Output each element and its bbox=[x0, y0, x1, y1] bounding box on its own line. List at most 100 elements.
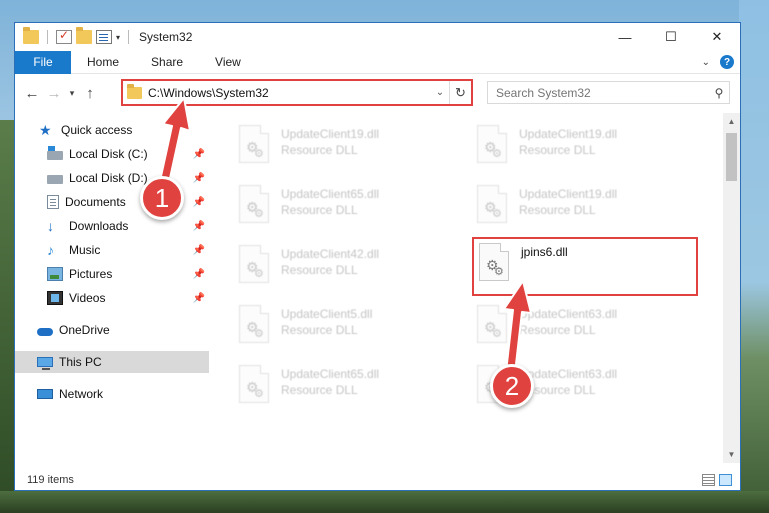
help-icon[interactable]: ? bbox=[720, 55, 734, 69]
file-item[interactable]: ⚙ ⚙ UpdateClient65.dll Resource DLL bbox=[235, 179, 465, 235]
tab-share[interactable]: Share bbox=[135, 55, 199, 69]
pin-icon[interactable]: 📌 bbox=[193, 269, 205, 280]
vertical-scrollbar[interactable]: ▲ ▼ bbox=[723, 113, 740, 463]
quick-access-toolbar: ▾ bbox=[23, 27, 133, 44]
navigation-pane: ★ Quick access Local Disk (C:) 📌 Local D… bbox=[15, 113, 209, 463]
sidebar-item-label: Pictures bbox=[69, 267, 113, 281]
dll-file-icon: ⚙⚙ bbox=[239, 185, 269, 223]
window-title: System32 bbox=[139, 30, 193, 44]
status-bar: 119 items bbox=[15, 469, 740, 491]
new-folder-icon[interactable] bbox=[76, 27, 92, 44]
file-item[interactable]: ⚙ ⚙ UpdateClient19.dll Resource DLL bbox=[473, 119, 703, 175]
pictures-icon bbox=[47, 267, 63, 281]
pin-icon[interactable]: 📌 bbox=[193, 245, 205, 256]
file-item[interactable]: ⚙ ⚙ UpdateClient19.dll Resource DLL bbox=[473, 179, 703, 235]
sidebar-item-label: Local Disk (C:) bbox=[69, 147, 148, 161]
address-dropdown-icon[interactable]: ⌄ bbox=[431, 87, 449, 98]
file-type: Resource DLL bbox=[519, 203, 596, 217]
file-item[interactable]: ⚙ ⚙ UpdateClient5.dll Resource DLL bbox=[235, 299, 465, 355]
sidebar-item-label: Local Disk (D:) bbox=[69, 171, 148, 185]
file-name: UpdateClient63.dll bbox=[519, 367, 618, 381]
back-arrow-icon[interactable]: ← bbox=[21, 85, 43, 102]
file-type: Resource DLL bbox=[519, 143, 596, 157]
expand-ribbon-icon[interactable]: ⌄ bbox=[702, 57, 710, 68]
downloads-icon: ↓ bbox=[47, 218, 54, 234]
dll-file-icon: ⚙⚙ bbox=[477, 305, 507, 343]
pin-icon[interactable]: 📌 bbox=[193, 221, 205, 232]
file-item[interactable]: ⚙ ⚙ UpdateClient19.dll Resource DLL bbox=[235, 119, 465, 175]
folder-icon[interactable] bbox=[23, 27, 39, 44]
desktop-background-right bbox=[739, 0, 769, 513]
videos-icon bbox=[47, 291, 63, 305]
maximize-button[interactable]: ☐ bbox=[648, 23, 694, 51]
file-name: UpdateClient19.dll bbox=[519, 127, 618, 141]
drive-icon bbox=[47, 146, 63, 160]
properties-icon[interactable] bbox=[96, 30, 112, 44]
pin-icon[interactable]: 📌 bbox=[193, 173, 205, 184]
pin-icon[interactable]: 📌 bbox=[193, 149, 205, 160]
file-type: Resource DLL bbox=[281, 263, 358, 277]
sidebar-item-label: Music bbox=[69, 243, 101, 257]
sidebar-item-downloads[interactable]: ↓ Downloads 📌 bbox=[15, 215, 209, 237]
dll-file-icon: ⚙⚙ bbox=[239, 245, 269, 283]
window-controls: — ☐ ✕ bbox=[602, 23, 740, 51]
dll-file-icon: ⚙⚙ bbox=[477, 185, 507, 223]
file-list: ⚙ ⚙ UpdateClient19.dll Resource DLL ⚙ ⚙ Upd… bbox=[215, 113, 725, 463]
sidebar-item-videos[interactable]: Videos 📌 bbox=[15, 287, 209, 309]
drive-icon bbox=[47, 175, 63, 184]
close-button[interactable]: ✕ bbox=[694, 23, 740, 51]
large-icons-view-icon[interactable] bbox=[719, 474, 732, 486]
file-highlight-box bbox=[472, 237, 698, 296]
file-name: UpdateClient65.dll bbox=[281, 187, 380, 201]
navigation-bar: ← → ▾ ↑ C:\Windows\System32 ⌄ ↻ ⚲ bbox=[15, 75, 740, 111]
file-item[interactable]: ⚙ ⚙ UpdateClient42.dll Resource DLL bbox=[235, 239, 465, 295]
desktop-background-bottom bbox=[0, 491, 769, 513]
sidebar-item-label: Downloads bbox=[69, 219, 129, 233]
title-bar: ▾ System32 — ☐ ✕ bbox=[15, 23, 740, 51]
music-icon: ♪ bbox=[47, 242, 54, 258]
ribbon-right-controls: ⌄ ? bbox=[702, 55, 734, 69]
file-explorer-window: ▾ System32 — ☐ ✕ File Home Share View ⌄ … bbox=[14, 22, 741, 491]
this-pc-icon bbox=[37, 357, 53, 370]
minimize-button[interactable]: — bbox=[602, 23, 648, 51]
sidebar-item-quick-access[interactable]: ★ Quick access bbox=[15, 119, 209, 141]
refresh-icon[interactable]: ↻ bbox=[449, 81, 471, 104]
step-1-callout: 1 bbox=[140, 176, 184, 220]
search-input[interactable] bbox=[488, 82, 709, 103]
file-type: Resource DLL bbox=[281, 383, 358, 397]
up-arrow-icon[interactable]: ↑ bbox=[79, 85, 101, 102]
address-folder-icon bbox=[127, 83, 142, 99]
dll-file-icon: ⚙⚙ bbox=[239, 365, 269, 403]
sidebar-item-local-disk-c[interactable]: Local Disk (C:) 📌 bbox=[15, 143, 209, 165]
tab-home[interactable]: Home bbox=[71, 55, 135, 69]
address-bar[interactable]: C:\Windows\System32 ⌄ ↻ bbox=[121, 79, 473, 106]
search-icon[interactable]: ⚲ bbox=[709, 86, 729, 100]
search-box[interactable]: ⚲ bbox=[487, 81, 730, 104]
address-path[interactable]: C:\Windows\System32 bbox=[148, 86, 431, 100]
scroll-up-icon[interactable]: ▲ bbox=[723, 113, 740, 130]
sidebar-item-this-pc[interactable]: This PC bbox=[15, 351, 209, 373]
file-type: Resource DLL bbox=[281, 323, 358, 337]
file-item[interactable]: ⚙ ⚙ UpdateClient65.dll Resource DLL bbox=[235, 359, 465, 415]
step-2-callout: 2 bbox=[490, 364, 534, 408]
tab-file[interactable]: File bbox=[15, 50, 71, 74]
scroll-down-icon[interactable]: ▼ bbox=[723, 446, 740, 463]
sidebar-item-pictures[interactable]: Pictures 📌 bbox=[15, 263, 209, 285]
scrollbar-thumb[interactable] bbox=[726, 133, 737, 181]
forward-arrow-icon[interactable]: → bbox=[43, 85, 65, 102]
tab-view[interactable]: View bbox=[199, 55, 257, 69]
sidebar-item-network[interactable]: Network bbox=[15, 383, 209, 405]
properties-check-icon[interactable] bbox=[56, 28, 72, 44]
toolbar-divider bbox=[128, 30, 130, 44]
pin-icon[interactable]: 📌 bbox=[193, 293, 205, 304]
dll-file-icon: ⚙⚙ bbox=[477, 125, 507, 163]
sidebar-item-music[interactable]: ♪ Music 📌 bbox=[15, 239, 209, 261]
dll-file-icon: ⚙⚙ bbox=[239, 305, 269, 343]
sidebar-item-onedrive[interactable]: OneDrive bbox=[15, 319, 209, 341]
details-view-icon[interactable] bbox=[702, 474, 715, 486]
customize-toolbar-icon[interactable]: ▾ bbox=[116, 33, 120, 42]
sidebar-item-label: OneDrive bbox=[59, 323, 110, 337]
file-item[interactable]: ⚙⚙ UpdateClient63.dll Resource DLL bbox=[473, 299, 703, 355]
pin-icon[interactable]: 📌 bbox=[193, 197, 205, 208]
recent-locations-icon[interactable]: ▾ bbox=[65, 88, 79, 99]
